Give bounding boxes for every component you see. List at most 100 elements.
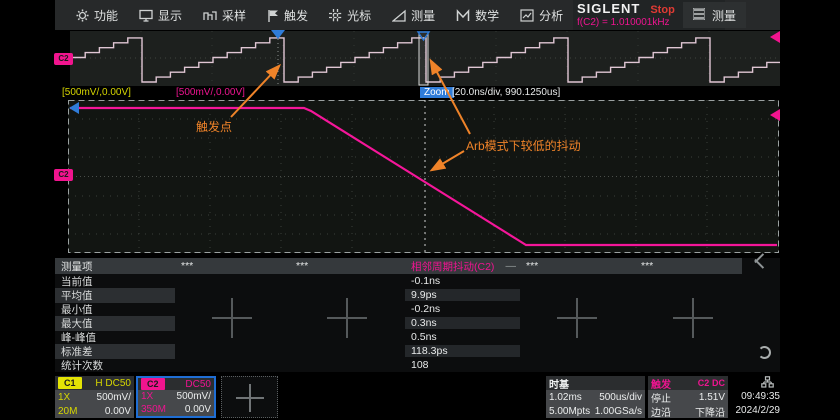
menu-item-display[interactable]: 显示 — [139, 7, 182, 24]
add-channel-button[interactable] — [221, 376, 278, 418]
c2-chip: C2 — [141, 378, 165, 390]
strip-channel-badge[interactable]: C2 — [54, 53, 73, 65]
add-measurement-button[interactable] — [212, 298, 252, 338]
zoom-scale-label: [20.0ns/div, 990.1250us] — [452, 87, 560, 98]
clock-time: 09:49:35 — [731, 390, 780, 404]
c1-offset: 0.00V — [105, 406, 131, 417]
trigger-title: 触发 — [651, 376, 671, 391]
menu-bar: 功能 显示 采样 触发 光标 测量 数学 分析 — [55, 0, 780, 30]
trigger-box[interactable]: 触发 C2 DC 停止 1.51V 边沿 下降沿 — [648, 376, 728, 418]
trigger-level: 1.51V — [699, 392, 725, 403]
menu-label-display: 显示 — [158, 7, 182, 24]
network-icon — [731, 376, 780, 390]
c1-coupling: H DC50 — [95, 378, 131, 389]
channel-c2-box[interactable]: C2 DC50 1X 500mV/ 350M 0.00V — [136, 376, 216, 418]
annotation-jitter-note: Arb模式下较低的抖动 — [466, 137, 581, 154]
measure-panel-label: 测量 — [712, 7, 736, 24]
trigger-position-marker[interactable] — [271, 30, 285, 39]
analysis-icon — [520, 9, 534, 22]
menu-label-measure: 测量 — [411, 7, 435, 24]
menu-label-utility: 功能 — [94, 7, 118, 24]
menu-item-analysis[interactable]: 分析 — [520, 7, 563, 24]
measure-panel-button[interactable]: 测量 — [683, 2, 746, 28]
strip-trigger-level-marker[interactable] — [770, 31, 780, 43]
stats-reset-icon[interactable] — [758, 346, 771, 359]
timebase-title: 时基 — [549, 376, 569, 391]
oscilloscope-screen: 功能 显示 采样 触发 光标 测量 数学 分析 — [0, 0, 840, 420]
menu-label-math: 数学 — [475, 7, 499, 24]
c1-chip: C1 — [58, 377, 82, 389]
gear-icon — [76, 9, 89, 22]
header-slot-2[interactable]: *** — [290, 260, 405, 272]
trigger-source: C2 — [698, 378, 710, 388]
close-icon[interactable] — [747, 259, 777, 273]
header-measurement-title[interactable]: 相邻周期抖动(C2) — — [405, 259, 520, 274]
c2-coupling: DC50 — [185, 379, 211, 390]
c2-offset: 0.00V — [185, 404, 211, 415]
main-waveform-strip[interactable] — [70, 31, 780, 86]
menu-item-trigger[interactable]: 触发 — [267, 7, 308, 24]
menu-label-cursors: 光标 — [347, 7, 371, 24]
math-icon — [456, 9, 470, 22]
header-slot-1[interactable]: *** — [175, 260, 290, 272]
timebase-box[interactable]: 时基 1.02ms 500us/div 5.00Mpts 1.00GSa/s — [546, 376, 645, 418]
annotation-trigger-point: 触发点 — [196, 118, 232, 135]
menu-item-acquire[interactable]: 采样 — [203, 7, 246, 24]
run-state-badge[interactable]: Stop — [650, 4, 674, 16]
add-measurement-button[interactable] — [557, 298, 597, 338]
acquire-icon — [203, 9, 217, 22]
zoom-waveform-view[interactable] — [68, 100, 779, 253]
header-slot-4[interactable]: *** — [520, 260, 635, 272]
zoom-channel-badge[interactable]: C2 — [54, 169, 73, 181]
add-measurement-button[interactable] — [327, 298, 367, 338]
table-row: 峰-峰值 0.5ns — [55, 330, 742, 344]
trigger-mode: 停止 — [651, 390, 671, 405]
channel-c1-box[interactable]: C1 H DC50 1X 500mV/ 20M 0.00V — [55, 376, 134, 418]
table-row: 平均值 9.9ps — [55, 288, 742, 302]
siglent-logo: SIGLENT — [577, 1, 640, 16]
c1-attenuation: 1X — [58, 392, 70, 403]
cursor-icon — [329, 9, 342, 22]
c2-scale-label: [500mV/,0.00V] — [176, 87, 245, 98]
timebase-delay: 1.02ms — [549, 392, 582, 403]
menu-label-analysis: 分析 — [539, 7, 563, 24]
zoom-trigger-delay-marker[interactable] — [69, 102, 79, 114]
c2-scale: 500mV/ — [177, 391, 211, 402]
timebase-memory: 5.00Mpts — [549, 406, 590, 417]
c2-bandwidth: 350M — [141, 404, 166, 415]
table-row: 统计次数 108 — [55, 358, 742, 372]
c1-bandwidth: 20M — [58, 406, 77, 417]
menu-label-acquire: 采样 — [222, 7, 246, 24]
table-row: 最小值 -0.2ns — [55, 302, 742, 316]
menu-label-trigger: 触发 — [284, 7, 308, 24]
menu-item-math[interactable]: 数学 — [456, 7, 499, 24]
menu-item-utility[interactable]: 功能 — [76, 7, 118, 24]
timebase-samplerate: 1.00GSa/s — [595, 406, 642, 417]
header-item: 测量项 — [55, 259, 175, 274]
clock-box[interactable]: 09:49:35 2024/2/29 — [731, 376, 780, 418]
measurement-table: 测量项 *** *** 相邻周期抖动(C2) — *** *** 当前值 -0.… — [55, 258, 780, 372]
measurement-table-header: 测量项 *** *** 相邻周期抖动(C2) — *** *** — [55, 258, 742, 274]
zoom-tag[interactable]: Zoom — [420, 87, 454, 98]
list-icon — [693, 8, 705, 23]
table-row: 标准差 118.3ps — [55, 344, 742, 358]
timebase-scale: 500us/div — [599, 392, 642, 403]
trigger-coupling: DC — [712, 378, 725, 388]
clock-date: 2024/2/29 — [731, 404, 780, 418]
menu-item-measure[interactable]: 测量 — [392, 7, 435, 24]
c2-attenuation: 1X — [141, 391, 153, 402]
trigger-flag-icon — [267, 9, 279, 22]
trigger-slope: 下降沿 — [695, 404, 725, 419]
add-measurement-button[interactable] — [673, 298, 713, 338]
table-row: 当前值 -0.1ns — [55, 274, 742, 288]
measure-icon — [392, 9, 406, 22]
c1-scale-label: [500mV/,0.00V] — [62, 87, 131, 98]
trigger-type: 边沿 — [651, 404, 671, 419]
c1-scale: 500mV/ — [97, 392, 131, 403]
table-row: 最大值 0.3ns — [55, 316, 742, 330]
collapse-icon[interactable]: — — [506, 260, 517, 272]
menu-item-cursors[interactable]: 光标 — [329, 7, 371, 24]
header-slot-5[interactable]: *** — [635, 260, 742, 272]
zoom-trigger-level-marker[interactable] — [770, 109, 780, 121]
display-icon — [139, 9, 153, 22]
